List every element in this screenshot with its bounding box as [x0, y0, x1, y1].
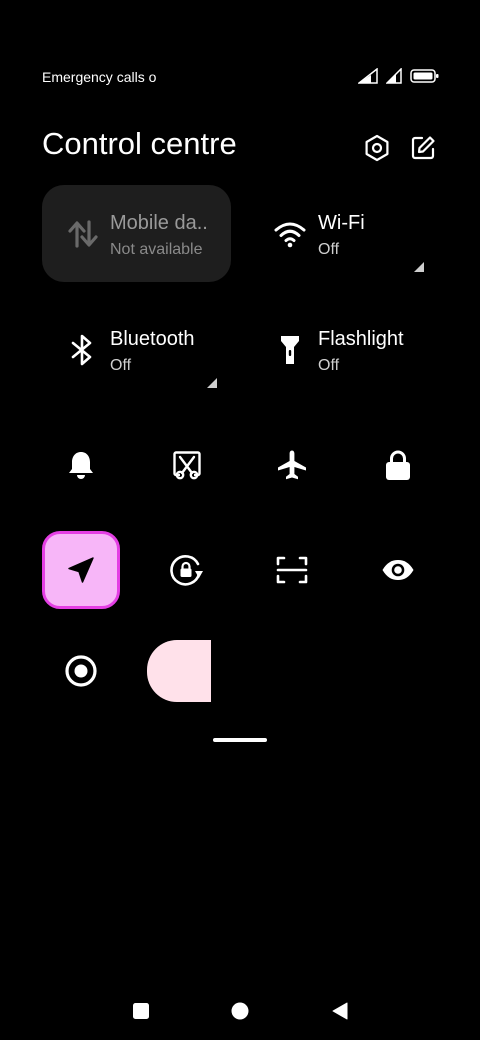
- airplane-icon: [278, 450, 306, 480]
- mobile-data-icon: [61, 212, 105, 256]
- tile-mobile-data-status: Not available: [110, 241, 203, 258]
- toggle-location[interactable]: [42, 531, 120, 609]
- scan-icon: [276, 556, 308, 584]
- tile-wifi-name: Wi-Fi: [318, 212, 365, 234]
- drag-handle[interactable]: [213, 738, 267, 742]
- lock-icon: [386, 450, 410, 480]
- back-triangle-icon: [332, 1002, 348, 1020]
- bluetooth-icon: [61, 328, 105, 372]
- location-arrow-icon: [68, 557, 94, 583]
- settings-button[interactable]: [361, 130, 393, 166]
- status-carrier-text: Emergency calls o: [42, 69, 157, 85]
- bluetooth-expand-icon[interactable]: [207, 375, 217, 393]
- home-circle-icon: [231, 1002, 249, 1020]
- edit-button[interactable]: [407, 130, 439, 166]
- signal-1-icon: [358, 68, 378, 84]
- toggle-scanner[interactable]: [253, 531, 331, 609]
- toggle-reading-mode[interactable]: [359, 531, 437, 609]
- settings-hexagon-icon: [365, 134, 389, 162]
- signal-2-icon: [386, 68, 402, 84]
- nav-home-button[interactable]: [225, 996, 255, 1026]
- reading-mode-eye-icon: [382, 560, 414, 580]
- tile-flashlight-name: Flashlight: [318, 328, 404, 350]
- screenshot-scissors-icon: [173, 451, 201, 480]
- toggle-lock[interactable]: [359, 426, 437, 504]
- nav-back-button[interactable]: [325, 996, 355, 1026]
- toggle-rotation-lock[interactable]: [148, 531, 226, 609]
- partial-toggle-tile[interactable]: [147, 640, 211, 702]
- battery-icon: [410, 69, 439, 83]
- tile-mobile-data-name: Mobile da..: [110, 212, 208, 234]
- toggle-silent[interactable]: [42, 426, 120, 504]
- wifi-expand-icon[interactable]: [414, 259, 424, 277]
- bell-icon: [69, 452, 93, 479]
- tile-bluetooth-status: Off: [110, 357, 132, 374]
- page-title: Control centre: [42, 126, 237, 161]
- tile-bluetooth-name: Bluetooth: [110, 328, 195, 350]
- toggle-focus-mode[interactable]: [42, 632, 120, 710]
- edit-icon: [411, 136, 435, 160]
- toggle-screenshot[interactable]: [148, 426, 226, 504]
- toggle-airplane[interactable]: [253, 426, 331, 504]
- rotation-lock-icon: [170, 555, 203, 586]
- flashlight-icon: [268, 328, 312, 372]
- tile-wifi-status: Off: [318, 241, 340, 258]
- nav-recents-button[interactable]: [126, 996, 156, 1026]
- focus-circle-icon: [65, 655, 97, 687]
- recents-square-icon: [133, 1003, 149, 1019]
- wifi-icon: [268, 212, 312, 256]
- status-icons: [358, 66, 440, 86]
- tile-flashlight-status: Off: [318, 357, 340, 374]
